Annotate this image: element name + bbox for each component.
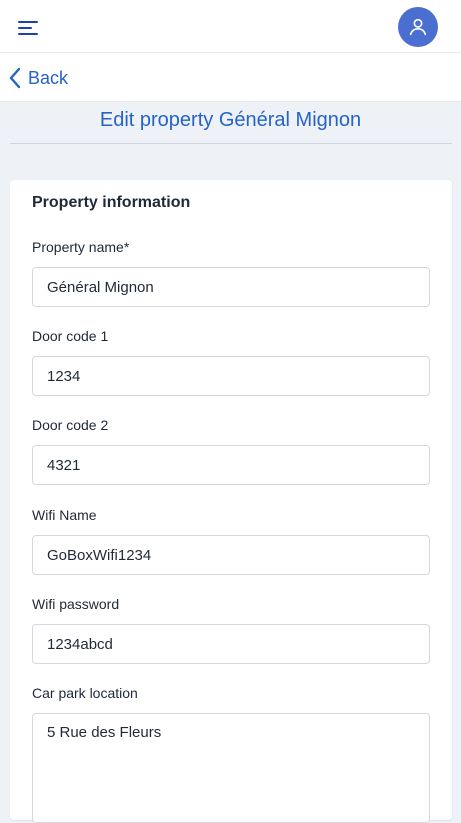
page-title: Edit property Général Mignon [99, 109, 362, 131]
top-bar [0, 0, 461, 53]
user-avatar-button[interactable] [398, 7, 438, 47]
wifi-name-value: GoBoxWifi1234 [47, 546, 152, 564]
wifi-password-label: Wifi password [32, 596, 120, 612]
door-code-1-input[interactable]: 1234 [32, 356, 430, 396]
property-info-card: Property information Property name* Géné… [10, 180, 452, 823]
door-code-2-label: Door code 2 [32, 417, 109, 433]
user-icon [409, 18, 427, 36]
car-park-location-textarea[interactable]: 5 Rue des Fleurs [32, 713, 430, 823]
hamburger-menu-icon[interactable] [18, 18, 40, 36]
door-code-1-label: Door code 1 [32, 328, 109, 344]
door-code-2-value: 4321 [47, 456, 81, 474]
property-name-input[interactable]: Général Mignon [32, 267, 430, 307]
property-name-value: Général Mignon [47, 278, 154, 296]
chevron-left-icon [9, 67, 21, 89]
wifi-name-label: Wifi Name [32, 507, 97, 523]
section-title: Property information [32, 194, 191, 211]
wifi-password-value: 1234abcd [47, 635, 113, 653]
property-name-label: Property name* [32, 239, 130, 255]
door-code-2-input[interactable]: 4321 [32, 445, 430, 485]
back-bar: Back [0, 53, 461, 102]
back-button[interactable]: Back [8, 65, 68, 91]
door-code-1-value: 1234 [47, 367, 81, 385]
car-park-location-label: Car park location [32, 685, 138, 701]
back-label: Back [28, 67, 69, 88]
wifi-password-input[interactable]: 1234abcd [32, 624, 430, 664]
car-park-location-value: 5 Rue des Fleurs [47, 724, 162, 741]
wifi-name-input[interactable]: GoBoxWifi1234 [32, 535, 430, 575]
title-divider [10, 143, 452, 144]
